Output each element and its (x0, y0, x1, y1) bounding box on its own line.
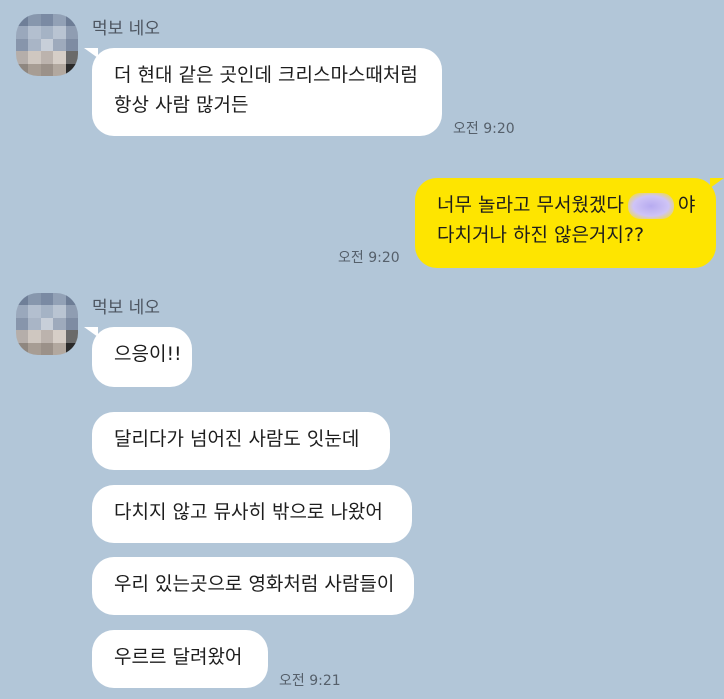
avatar-pixel (65, 26, 78, 39)
sender-name: 먹보 네오 (92, 19, 160, 39)
avatar-pixel (16, 317, 29, 331)
avatar[interactable] (16, 14, 78, 76)
avatar-pixel (40, 317, 54, 331)
message-text: 너무 놀라고 무서웠겠다 (437, 194, 624, 216)
avatar-pixel (53, 51, 66, 64)
message-bubble[interactable]: 우리 있는곳으로 영화처럼 사람들이 (92, 557, 414, 615)
bubble-tail (710, 178, 724, 188)
avatar-pixel (40, 342, 54, 355)
avatar-pixel (40, 26, 54, 39)
avatar-pixel (16, 14, 29, 27)
avatar-pixel (65, 342, 78, 355)
avatar-pixel (16, 305, 29, 318)
message-bubble[interactable]: 다치지 않고 뮤사히 밖으로 나왔어 (92, 485, 412, 543)
avatar-pixel (28, 14, 41, 27)
message-line: 우리 있는곳으로 영화처럼 사람들이 (114, 573, 395, 595)
avatar-pixel (65, 63, 78, 76)
avatar-pixel (28, 26, 41, 39)
avatar-pixel (53, 342, 66, 355)
avatar-pixel (65, 305, 78, 318)
avatar-pixel (53, 26, 66, 39)
avatar-pixel (40, 14, 54, 27)
avatar-pixel (28, 330, 41, 343)
avatar-pixel (40, 38, 54, 52)
avatar-pixel (53, 317, 66, 331)
message-line: 다치지 않고 뮤사히 밖으로 나왔어 (114, 501, 383, 523)
avatar-pixel (53, 305, 66, 318)
message-line: 다치거나 하진 않은거지?? (437, 224, 645, 246)
avatar-pixel (53, 293, 66, 306)
message-bubble[interactable]: 달리다가 넘어진 사람도 잇눈데 (92, 412, 390, 470)
avatar-pixel (28, 317, 41, 331)
avatar-pixel (53, 330, 66, 343)
avatar-pixel (16, 63, 29, 76)
avatar-pixel (65, 330, 78, 343)
avatar-pixel (28, 51, 41, 64)
message-bubble[interactable]: 우르르 달려왔어 (92, 630, 268, 688)
redacted-name (627, 192, 674, 219)
avatar-pixel (53, 38, 66, 52)
message-time: 오전 9:21 (279, 673, 341, 689)
message-line: 더 현대 같은 곳인데 크리스마스때처럼 (114, 64, 418, 86)
message-time: 오전 9:20 (453, 121, 515, 137)
avatar-pixel (16, 330, 29, 343)
sender-name: 먹보 네오 (92, 298, 160, 318)
avatar-pixel (65, 14, 78, 27)
avatar-pixel (28, 342, 41, 355)
avatar-pixel (40, 293, 54, 306)
message-bubble[interactable]: 너무 놀라고 무서웠겠다 야 다치거나 하진 않은거지?? (415, 178, 716, 268)
avatar-pixel (28, 305, 41, 318)
avatar-pixel (65, 51, 78, 64)
avatar-pixel (65, 317, 78, 331)
avatar-pixel (40, 330, 54, 343)
message-line: 항상 사람 많거든 (114, 94, 249, 116)
message-bubble[interactable]: 더 현대 같은 곳인데 크리스마스때처럼 항상 사람 많거든 (92, 48, 442, 136)
message-line: 너무 놀라고 무서웠겠다 야 (437, 190, 696, 220)
avatar-pixel (16, 293, 29, 306)
avatar-pixel (65, 38, 78, 52)
avatar-pixel (40, 305, 54, 318)
avatar-pixel (53, 14, 66, 27)
avatar-pixel (40, 51, 54, 64)
avatar-pixel (16, 342, 29, 355)
avatar-pixel (28, 63, 41, 76)
avatar-pixel (65, 293, 78, 306)
avatar-pixel (53, 63, 66, 76)
message-text: 야 (677, 194, 696, 216)
message-line: 달리다가 넘어진 사람도 잇눈데 (114, 428, 360, 450)
message-time: 오전 9:20 (338, 250, 400, 266)
message-line: 으응이!! (114, 343, 182, 365)
avatar-pixel (16, 38, 29, 52)
avatar-pixel (16, 51, 29, 64)
avatar-pixel (28, 293, 41, 306)
avatar-pixel (28, 38, 41, 52)
message-bubble[interactable]: 으응이!! (92, 327, 192, 387)
message-line: 우르르 달려왔어 (114, 646, 243, 668)
avatar-pixel (40, 63, 54, 76)
avatar-pixel (16, 26, 29, 39)
avatar[interactable] (16, 293, 78, 355)
